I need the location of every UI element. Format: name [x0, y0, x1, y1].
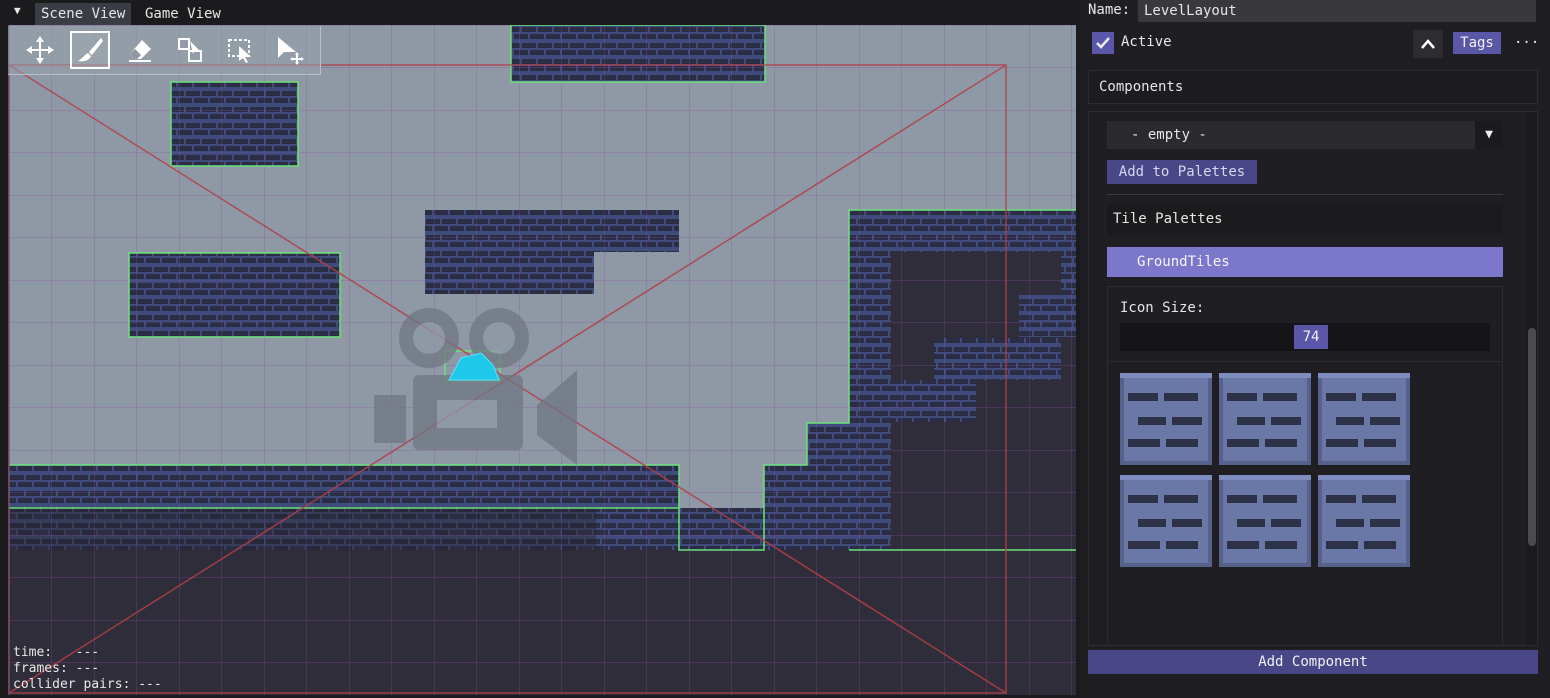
icon-size-slider[interactable]: 74: [1120, 323, 1490, 351]
checkmark-icon: [1096, 37, 1110, 49]
chevron-up-icon: [1421, 39, 1435, 49]
palette-tile[interactable]: [1318, 373, 1410, 465]
active-label: Active: [1121, 34, 1172, 50]
tab-scene-view[interactable]: Scene View: [35, 3, 132, 25]
add-to-palettes-button[interactable]: Add to Palettes: [1107, 160, 1257, 184]
name-label: Name:: [1088, 2, 1131, 18]
more-options-button[interactable]: ···: [1514, 32, 1539, 54]
collapse-button[interactable]: [1413, 30, 1443, 58]
tab-menu-arrow-icon[interactable]: ▼: [14, 4, 21, 17]
tile-select-tool-button[interactable]: [170, 31, 210, 69]
box-select-tool-button[interactable]: [220, 31, 260, 69]
name-field[interactable]: LevelLayout: [1138, 0, 1536, 22]
scene-panel: ▼ Scene View Game View time: --- frames:…: [0, 0, 1078, 698]
scene-canvas[interactable]: [9, 25, 1076, 695]
inspector-panel: Name: LevelLayout Active Tags ··· Compon…: [1080, 0, 1550, 698]
palette-tile[interactable]: [1120, 475, 1212, 567]
palette-tile[interactable]: [1120, 373, 1212, 465]
divider: [1108, 361, 1502, 362]
palette-select[interactable]: - empty - ▼: [1107, 121, 1503, 149]
palette-tile[interactable]: [1318, 475, 1410, 567]
tile-select-tool-icon: [178, 38, 202, 62]
brush-tool-button[interactable]: [70, 31, 110, 69]
debug-stats: time: --- frames: --- collider pairs: --…: [13, 645, 162, 693]
palette-tile[interactable]: [1219, 373, 1311, 465]
scrollbar[interactable]: [1526, 112, 1537, 645]
components-header[interactable]: Components: [1088, 70, 1538, 104]
divider: [1107, 194, 1503, 195]
tags-button[interactable]: Tags: [1453, 32, 1501, 54]
palette-item-groundtiles[interactable]: GroundTiles: [1107, 247, 1503, 277]
tilemap-component-body: - empty - ▼ Add to Palettes Tile Palette…: [1088, 111, 1538, 646]
eraser-tool-button[interactable]: [120, 31, 160, 69]
tile-palette-grid: [1120, 373, 1410, 567]
tile-palettes-header[interactable]: Tile Palettes: [1107, 203, 1503, 235]
move-tool-button[interactable]: [20, 31, 60, 69]
icon-size-label: Icon Size:: [1120, 300, 1205, 316]
icon-size-slider-handle[interactable]: 74: [1294, 325, 1328, 349]
brush-tool-icon: [78, 38, 103, 62]
box-select-tool-icon: [228, 39, 251, 63]
palette-select-value: - empty -: [1131, 127, 1207, 143]
palette-tile[interactable]: [1219, 475, 1311, 567]
grid-overlay: [9, 25, 1076, 695]
tab-game-view[interactable]: Game View: [139, 3, 227, 25]
stat-collider-pairs: collider pairs: ---: [13, 677, 162, 692]
active-checkbox[interactable]: [1092, 32, 1114, 54]
scene-viewport[interactable]: [8, 25, 1076, 695]
stat-time: time: ---: [13, 645, 100, 660]
stat-frames: frames: ---: [13, 661, 100, 676]
eraser-tool-icon: [129, 40, 151, 62]
tools-toolbar: [8, 26, 321, 75]
add-component-button[interactable]: Add Component: [1088, 650, 1538, 674]
pointer-move-tool-button[interactable]: [270, 31, 310, 69]
move-tool-icon: [26, 36, 54, 64]
pointer-move-tool-icon: [278, 37, 304, 65]
tile-palette-panel: Icon Size: 74: [1107, 286, 1503, 645]
scrollbar-thumb[interactable]: [1528, 328, 1536, 546]
tab-bar: ▼ Scene View Game View: [0, 0, 1078, 26]
dropdown-arrow-icon[interactable]: ▼: [1475, 121, 1503, 149]
